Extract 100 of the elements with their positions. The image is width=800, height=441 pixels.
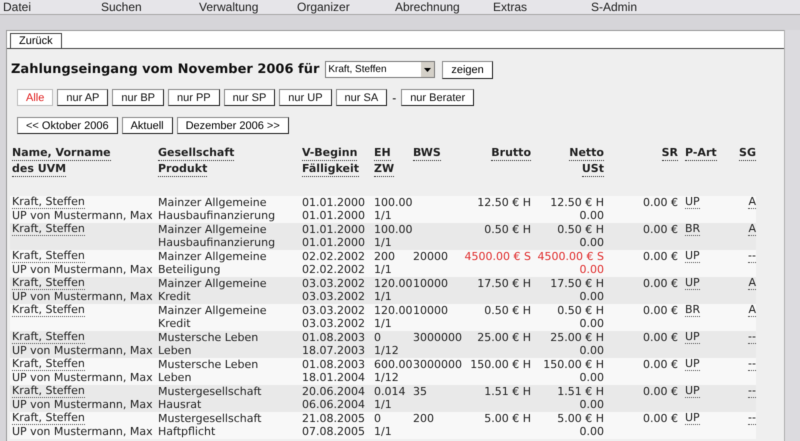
table-cell: 0.00 € [643, 276, 678, 290]
menu-item[interactable]: Verwaltung [199, 0, 258, 14]
type-link[interactable]: UP [685, 384, 700, 398]
column-header[interactable]: Netto [569, 144, 604, 160]
column-header[interactable]: Fälligkeit [302, 160, 359, 176]
column-header[interactable]: BWS [413, 144, 441, 160]
table-cell: 0.50 € H [484, 304, 531, 317]
table-cell: 0 [374, 330, 381, 344]
status-link[interactable]: -- [748, 250, 756, 263]
column-header[interactable]: P-Art [685, 144, 717, 160]
table-cell: 1/1 [374, 209, 392, 222]
status-link[interactable]: -- [748, 330, 756, 344]
column-header[interactable]: EH [374, 144, 391, 160]
menu-item[interactable]: Abrechnung [395, 0, 460, 14]
customer-link[interactable]: Kraft, Steffen [12, 358, 85, 371]
scrollbar-track[interactable] [784, 30, 800, 441]
type-link[interactable]: UP [685, 196, 700, 209]
column-header[interactable]: SG [739, 144, 756, 160]
customer-link[interactable]: Kraft, Steffen [12, 250, 85, 263]
table-cell: 4500.00 € S [538, 250, 604, 263]
column-header[interactable]: SR [662, 144, 678, 160]
table-cell: 100.00 [374, 222, 412, 236]
menu-item[interactable]: Organizer [297, 0, 350, 14]
month-button[interactable]: Aktuell [122, 116, 173, 134]
status-link[interactable]: -- [748, 412, 756, 425]
advisor-text: UP von Mustermann, Max [12, 425, 153, 438]
separator-text: - [391, 90, 398, 106]
status-link[interactable]: A [748, 196, 756, 209]
customer-link[interactable]: Kraft, Steffen [12, 412, 85, 425]
table-cell: 0.00 € [643, 196, 678, 209]
table-cell: 25.00 € H [550, 330, 604, 344]
table-cell: 200 [374, 250, 395, 263]
table-cell: 0.50 € H [557, 222, 604, 236]
status-link[interactable]: -- [748, 358, 756, 371]
type-link[interactable]: BR [685, 304, 700, 317]
column-header[interactable]: USt [582, 160, 604, 176]
type-link[interactable]: UP [685, 276, 700, 290]
customer-link[interactable]: Kraft, Steffen [12, 196, 85, 209]
customer-link[interactable]: Kraft, Steffen [12, 222, 85, 236]
filter-button[interactable]: nur SA [336, 89, 388, 106]
filter-button[interactable]: nur Berater [401, 89, 474, 106]
menu-item[interactable]: Extras [493, 0, 528, 14]
column-header[interactable]: Gesellschaft [158, 144, 234, 160]
status-link[interactable]: A [748, 222, 756, 236]
table-cell: 600.00 [374, 358, 412, 371]
table-cell: 3000000 [413, 330, 462, 344]
table-cell: Mainzer Allgemeine [158, 222, 266, 236]
customer-select[interactable]: Kraft, Steffen [325, 61, 436, 78]
month-button[interactable]: Dezember 2006 >> [176, 116, 289, 134]
back-tab[interactable]: Zurück [10, 33, 62, 48]
table-cell: 150.00 € H [470, 358, 531, 371]
table-cell: Mainzer Allgemeine [158, 304, 266, 317]
column-header[interactable]: V-Beginn [302, 144, 358, 160]
filter-button[interactable]: nur BP [112, 89, 164, 106]
type-link[interactable]: BR [685, 222, 700, 236]
table-cell: 0.50 € H [484, 222, 531, 236]
filter-button[interactable]: nur PP [168, 89, 220, 106]
advisor-text: UP von Mustermann, Max [12, 263, 153, 276]
status-link[interactable]: A [748, 304, 756, 317]
table-cell: 1/1 [374, 425, 392, 438]
filter-button[interactable]: nur UP [279, 89, 332, 106]
type-link[interactable]: UP [685, 412, 700, 425]
month-button[interactable]: << Oktober 2006 [17, 116, 118, 134]
table-cell: 1/12 [374, 344, 399, 358]
type-link[interactable]: UP [685, 358, 700, 371]
menu-item[interactable]: Suchen [101, 0, 142, 14]
menu-item[interactable]: Datei [3, 0, 32, 14]
table-cell: Leben [158, 344, 192, 358]
show-button[interactable]: zeigen [442, 60, 493, 79]
column-header[interactable]: des UVM [12, 160, 66, 176]
table-cell: 1/1 [374, 317, 392, 330]
table-cell: Mustergesellschaft [158, 384, 262, 398]
customer-link[interactable]: Kraft, Steffen [12, 330, 85, 344]
filter-button[interactable]: Alle [17, 89, 54, 106]
table-cell: 1.51 € H [557, 384, 604, 398]
column-header[interactable]: Brutto [491, 144, 531, 160]
customer-link[interactable]: Kraft, Steffen [12, 276, 85, 290]
table-cell: 0.00 € [643, 330, 678, 344]
advisor-text: UP von Mustermann, Max [12, 371, 153, 384]
type-link[interactable]: UP [685, 250, 700, 263]
customer-link[interactable]: Kraft, Steffen [12, 384, 85, 398]
table-cell: 18.07.2003 [302, 344, 365, 358]
table-cell: Mustergesellschaft [158, 412, 262, 425]
table-cell: 0.00 [580, 290, 604, 304]
table-cell: 0.00 € [643, 384, 678, 398]
table-cell: 120.00 [374, 276, 412, 290]
column-header[interactable]: Produkt [158, 160, 208, 176]
table-cell: 0.014 [374, 384, 406, 398]
type-link[interactable]: UP [685, 330, 700, 344]
filter-button[interactable]: nur SP [224, 89, 276, 106]
table-cell: 07.08.2005 [302, 425, 365, 438]
column-header[interactable]: ZW [374, 160, 394, 176]
menu-item[interactable]: S-Admin [591, 0, 638, 14]
status-link[interactable]: -- [748, 384, 756, 398]
customer-link[interactable]: Kraft, Steffen [12, 304, 85, 317]
filter-button[interactable]: nur AP [57, 89, 108, 106]
status-link[interactable]: A [748, 276, 756, 290]
table-cell: 0.00 [580, 236, 604, 250]
table-cell: 03.03.2002 [302, 317, 365, 330]
column-header[interactable]: Name, Vorname [12, 144, 111, 160]
